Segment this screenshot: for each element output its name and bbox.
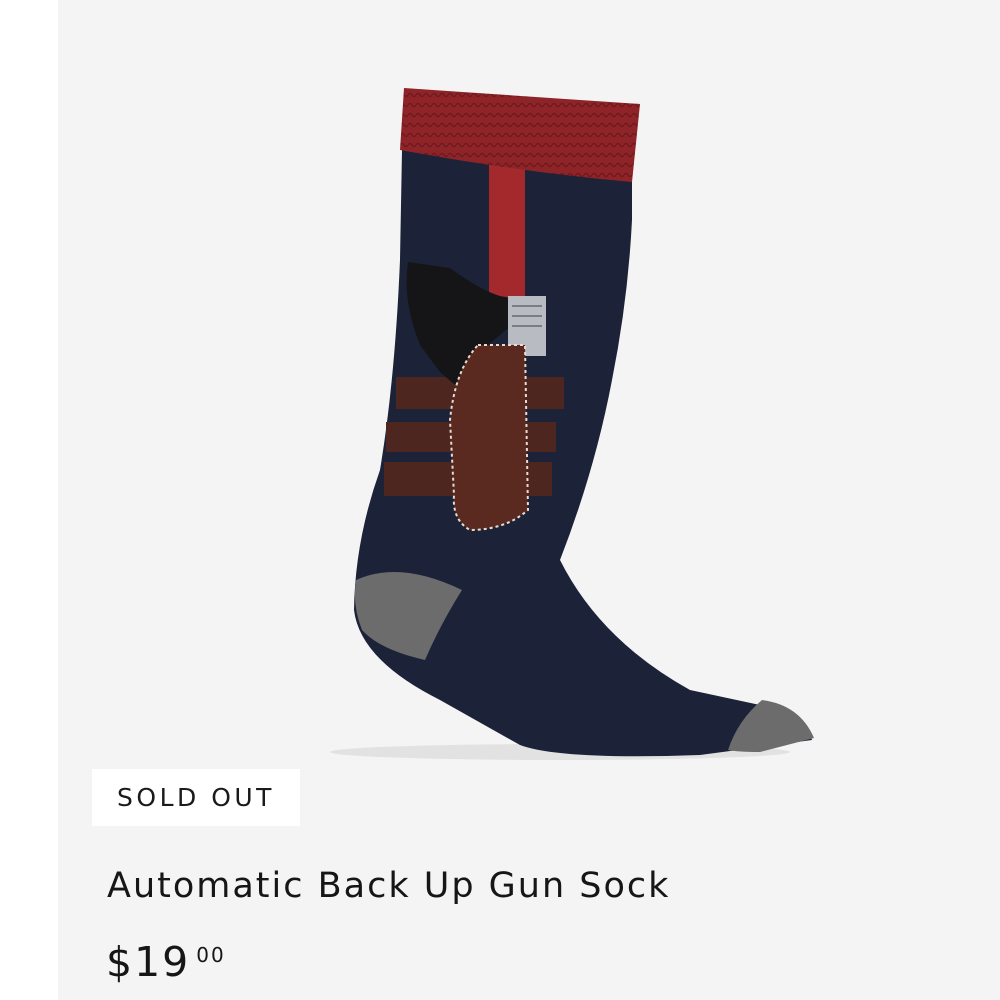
sock-body [354, 150, 812, 757]
red-stripe [489, 150, 525, 310]
holster [448, 344, 530, 532]
product-title[interactable]: Automatic Back Up Gun Sock [107, 866, 670, 906]
left-margin [0, 0, 58, 1000]
price-cents: 00 [196, 943, 226, 967]
sold-out-badge: SOLD OUT [92, 769, 300, 826]
product-image[interactable] [300, 60, 860, 780]
price-dollars: $19 [106, 938, 191, 986]
sold-out-label: SOLD OUT [117, 783, 275, 812]
product-page: SOLD OUT Automatic Back Up Gun Sock $19 … [0, 0, 1000, 1000]
product-price: $19 00 [106, 938, 226, 986]
